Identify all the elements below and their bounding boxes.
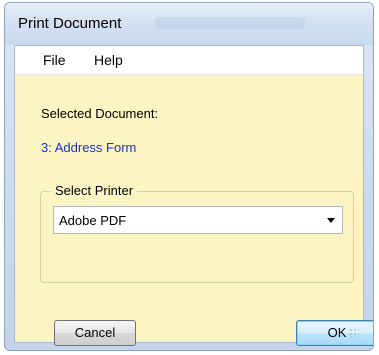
menu-item-file[interactable]: File bbox=[39, 52, 70, 68]
title-bar[interactable]: Print Document bbox=[5, 3, 373, 45]
menu-item-help[interactable]: Help bbox=[90, 52, 127, 68]
dialog-body: File Help Selected Document: 3: Address … bbox=[14, 45, 373, 346]
menu-bar: File Help bbox=[15, 46, 363, 75]
resize-grip-icon[interactable] bbox=[349, 328, 359, 338]
printer-dropdown-value: Adobe PDF bbox=[59, 213, 127, 228]
printer-dropdown[interactable]: Adobe PDF bbox=[53, 206, 343, 234]
select-printer-legend: Select Printer bbox=[51, 183, 138, 198]
select-printer-group: Select Printer Adobe PDF bbox=[40, 183, 354, 283]
print-document-window: Print Document File Help Selected Docume… bbox=[4, 2, 374, 351]
title-bar-background-artifact bbox=[155, 17, 305, 29]
ok-button[interactable]: OK bbox=[296, 320, 373, 346]
chevron-down-icon bbox=[327, 218, 335, 223]
window-title: Print Document bbox=[18, 15, 122, 32]
selected-document-value: 3: Address Form bbox=[41, 140, 137, 155]
selected-document-label: Selected Document: bbox=[41, 106, 159, 121]
cancel-button[interactable]: Cancel bbox=[54, 320, 136, 346]
